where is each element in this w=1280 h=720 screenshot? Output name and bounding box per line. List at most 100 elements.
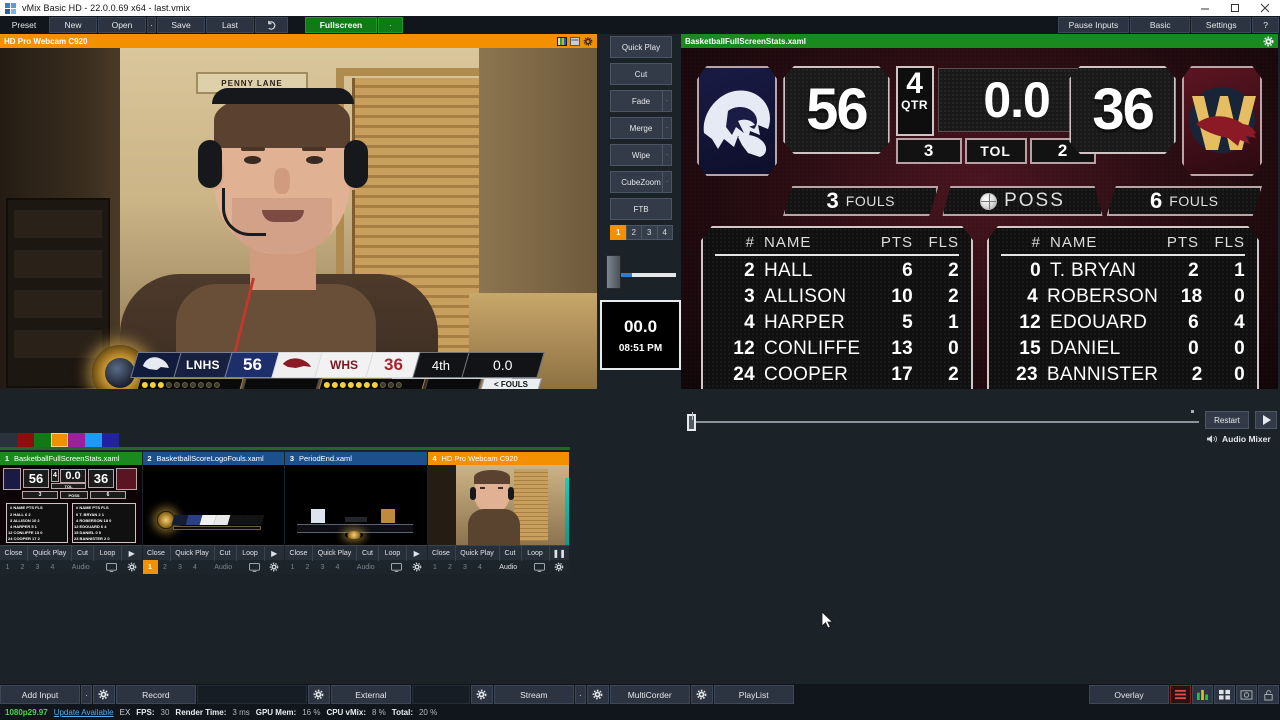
input-3-layer-3[interactable]: 3 <box>315 560 330 574</box>
open-button[interactable]: Open <box>98 17 146 33</box>
stream-gear-icon[interactable] <box>586 685 609 704</box>
cut-button[interactable]: Cut <box>610 63 672 85</box>
merge-button[interactable]: Merge · <box>610 117 672 139</box>
swatch-none[interactable] <box>0 433 17 447</box>
lock-icon[interactable] <box>1258 685 1279 704</box>
scrubber-rail[interactable] <box>691 421 1199 423</box>
multicorder-gear-icon[interactable] <box>690 685 713 704</box>
swatch-purple[interactable] <box>68 433 85 447</box>
input-3-loop-button[interactable]: Loop <box>379 545 407 561</box>
monitor-icon[interactable] <box>102 562 122 572</box>
input-2-quickplay-button[interactable]: Quick Play <box>171 545 215 561</box>
input-1-close-button[interactable]: Close <box>0 545 28 561</box>
t-bar-fader[interactable] <box>606 247 676 289</box>
input-2-close-button[interactable]: Close <box>143 545 171 561</box>
stream-button[interactable]: Stream <box>493 685 574 704</box>
input-1-cut-button[interactable]: Cut <box>72 545 94 561</box>
overlay-button[interactable]: Overlay <box>1089 685 1169 704</box>
input-1-layer-4[interactable]: 4 <box>45 560 60 574</box>
play-icon[interactable] <box>1255 411 1277 429</box>
quick-play-button[interactable]: Quick Play <box>610 36 672 58</box>
input-4-audio-label[interactable]: Audio <box>488 564 530 571</box>
preview-video[interactable]: PENNY LANE LNHS 56 WHS 36 4th 0.0 < FOUL… <box>0 48 597 389</box>
ftb-button[interactable]: FTB <box>610 198 672 220</box>
input-3-audio-label[interactable]: Audio <box>345 564 387 571</box>
stream-dropdown-arrow[interactable]: · <box>574 685 586 704</box>
swatch-green[interactable] <box>34 433 51 447</box>
gear-icon[interactable] <box>549 562 569 572</box>
input-1-thumbnail[interactable]: 56 4 0.0 36 TOL 3 POSS 6 # NAME PTS FLS … <box>0 465 142 545</box>
swatch-blue[interactable] <box>85 433 102 447</box>
gear-icon[interactable] <box>122 562 142 572</box>
input-3-layer-1[interactable]: 1 <box>285 560 300 574</box>
multicorder-button[interactable]: MultiCorder <box>609 685 690 704</box>
update-available-link[interactable]: Update Available <box>54 708 114 717</box>
input-1-play-icon[interactable]: ▶ <box>122 546 142 561</box>
gear-icon[interactable] <box>1263 36 1274 47</box>
input-4-pause-icon[interactable]: ❚❚ <box>550 546 570 561</box>
input-4-layer-4[interactable]: 4 <box>473 560 488 574</box>
swatch-orange[interactable] <box>51 433 68 447</box>
basic-button[interactable]: Basic <box>1130 17 1191 33</box>
input-4-cut-button[interactable]: Cut <box>500 545 522 561</box>
cubezoom-button[interactable]: CubeZoom · <box>610 171 672 193</box>
input-2-layer-3[interactable]: 3 <box>173 560 188 574</box>
input-2-thumbnail[interactable] <box>142 465 284 545</box>
input-1-audio-label[interactable]: Audio <box>60 564 102 571</box>
input-1-layer-2[interactable]: 2 <box>15 560 30 574</box>
input-1-layer-1[interactable]: 1 <box>0 560 15 574</box>
transition-number-2[interactable]: 2 <box>625 225 642 240</box>
input-tile-4[interactable]: 4 HD Pro Webcam C920 Close Quick Play Cu… <box>427 452 570 574</box>
input-1-loop-button[interactable]: Loop <box>94 545 122 561</box>
input-1-layer-3[interactable]: 3 <box>30 560 45 574</box>
snapshot-icon[interactable] <box>1236 685 1257 704</box>
bars-icon[interactable] <box>1192 685 1213 704</box>
last-button[interactable]: Last <box>206 17 254 33</box>
input-2-play-icon[interactable]: ▶ <box>265 546 285 561</box>
input-2-layer-2[interactable]: 2 <box>158 560 173 574</box>
color-bars-icon[interactable] <box>557 36 567 46</box>
preview-window[interactable]: HD Pro Webcam C920 PENNY LANE LNHS 56 WH… <box>0 34 597 389</box>
input-3-play-icon[interactable]: ▶ <box>407 546 427 561</box>
swatch-navy[interactable] <box>102 433 119 447</box>
swatch-red[interactable] <box>17 433 34 447</box>
playback-scrubber[interactable] <box>681 400 1278 452</box>
input-3-thumbnail[interactable] <box>285 465 427 545</box>
input-4-close-button[interactable]: Close <box>428 545 456 561</box>
help-button[interactable]: ? <box>1252 17 1279 33</box>
input-tile-1[interactable]: 1 BasketballFullScreenStats.xaml 56 4 0.… <box>0 452 142 574</box>
add-input-button[interactable]: Add Input <box>0 685 80 704</box>
input-4-layer-1[interactable]: 1 <box>428 560 443 574</box>
input-4-layer-2[interactable]: 2 <box>443 560 458 574</box>
gear-icon[interactable] <box>583 36 593 46</box>
wipe-dropdown-arrow[interactable]: · <box>662 144 671 166</box>
minimize-icon[interactable] <box>1190 0 1220 16</box>
grid-icon[interactable] <box>1214 685 1235 704</box>
input-4-layer-3[interactable]: 3 <box>458 560 473 574</box>
input-3-layer-4[interactable]: 4 <box>330 560 345 574</box>
input-2-layer-4[interactable]: 4 <box>188 560 203 574</box>
monitor-icon[interactable] <box>529 562 549 572</box>
fullscreen-button[interactable]: Fullscreen <box>305 17 377 33</box>
pause-inputs-button[interactable]: Pause Inputs <box>1057 17 1130 33</box>
add-input-gear-icon[interactable] <box>92 685 115 704</box>
wipe-button[interactable]: Wipe · <box>610 144 672 166</box>
input-2-cut-button[interactable]: Cut <box>215 545 237 561</box>
window-icon[interactable] <box>570 36 580 46</box>
save-button[interactable]: Save <box>157 17 205 33</box>
input-3-cut-button[interactable]: Cut <box>357 545 379 561</box>
merge-dropdown-arrow[interactable]: · <box>662 117 671 139</box>
gear-icon[interactable] <box>407 562 427 572</box>
input-2-audio-label[interactable]: Audio <box>203 564 245 571</box>
external-gear-icon[interactable] <box>470 685 493 704</box>
undo-icon[interactable] <box>255 17 288 33</box>
record-gear-icon[interactable] <box>307 685 330 704</box>
record-button[interactable]: Record <box>115 685 196 704</box>
input-4-loop-button[interactable]: Loop <box>522 545 550 561</box>
gear-icon[interactable] <box>264 562 284 572</box>
transition-number-4[interactable]: 4 <box>656 225 673 240</box>
input-tile-2[interactable]: 2 BasketballScoreLogoFouls.xaml Close Qu… <box>142 452 285 574</box>
audio-mixer-control[interactable]: Audio Mixer <box>1207 434 1271 444</box>
input-1-quickplay-button[interactable]: Quick Play <box>28 545 72 561</box>
program-window[interactable]: BasketballFullScreenStats.xaml 56 0.0 4 … <box>681 34 1278 389</box>
